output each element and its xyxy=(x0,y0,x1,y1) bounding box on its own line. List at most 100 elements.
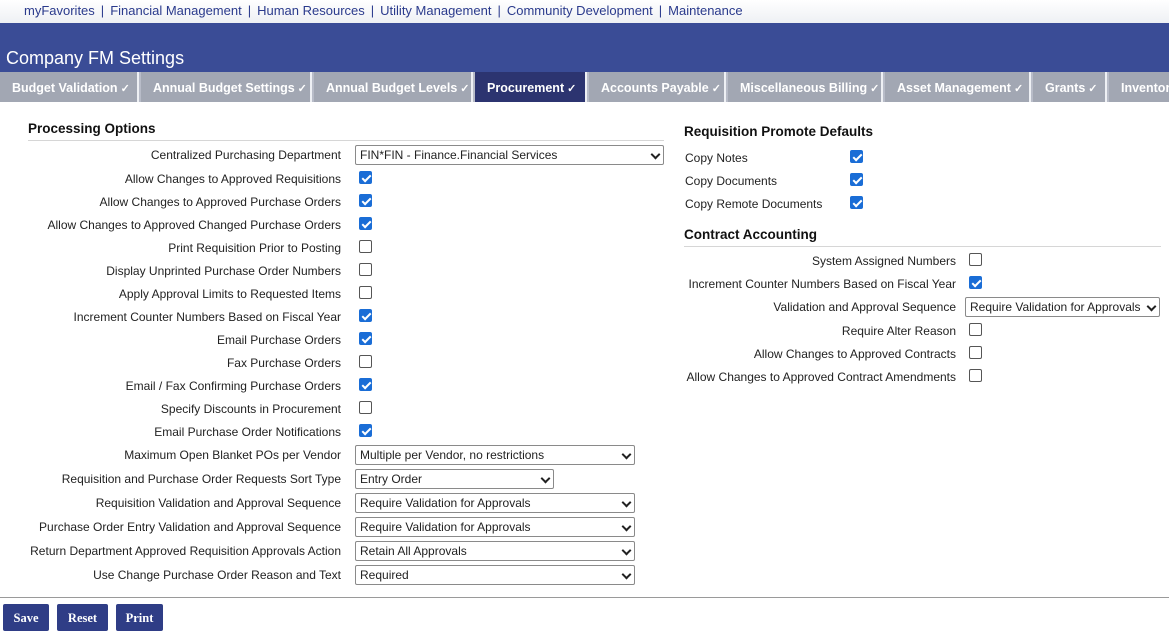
tab-accounts-payable[interactable]: Accounts Payable ✓ xyxy=(589,72,726,102)
option-label: Allow Changes to Approved Contracts xyxy=(753,347,956,361)
nav-separator: | xyxy=(247,3,252,18)
option-label: Email / Fax Confirming Purchase Orders xyxy=(125,379,341,393)
nav-separator: | xyxy=(100,3,105,18)
system-assigned-numbers-checkbox[interactable] xyxy=(969,253,982,266)
chevron-down-icon xyxy=(621,521,632,532)
centralized-purchasing-label: Centralized Purchasing Department xyxy=(150,148,341,162)
chevron-down-icon xyxy=(621,449,632,460)
specify-discounts-checkbox[interactable] xyxy=(359,401,372,414)
tab-procurement[interactable]: Procurement ✓ xyxy=(475,72,587,102)
max-open-blanket-pos-select[interactable]: Multiple per Vendor, no restrictions xyxy=(355,445,635,465)
option-label: Copy Notes xyxy=(685,151,748,165)
email-purchase-orders-checkbox[interactable] xyxy=(359,332,372,345)
tab-label: Asset Management xyxy=(897,81,1011,95)
change-po-reason-select[interactable]: Required xyxy=(355,565,635,585)
nav-separator: | xyxy=(370,3,375,18)
tab-grants[interactable]: Grants ✓ xyxy=(1033,72,1107,102)
chevron-down-icon xyxy=(540,473,551,484)
option-label: Print Requisition Prior to Posting xyxy=(168,241,341,255)
copy-documents-checkbox[interactable] xyxy=(850,173,863,186)
select-value: Require Validation for Approvals xyxy=(360,520,531,534)
allow-changes-approved-changed-pos-checkbox[interactable] xyxy=(359,217,372,230)
tab-label: Inventory xyxy=(1121,81,1169,95)
nav-link-myfavorites[interactable]: myFavorites xyxy=(24,3,95,18)
check-icon: ✓ xyxy=(460,83,470,95)
copy-notes-checkbox[interactable] xyxy=(850,150,863,163)
tab-asset-management[interactable]: Asset Management ✓ xyxy=(885,72,1031,102)
print-button[interactable]: Print xyxy=(116,604,163,631)
check-icon: ✓ xyxy=(120,83,130,95)
tab-inventory[interactable]: Inventory xyxy=(1109,72,1169,102)
check-icon: ✓ xyxy=(567,83,577,95)
apply-approval-limits-checkbox[interactable] xyxy=(359,286,372,299)
allow-changes-approved-pos-checkbox[interactable] xyxy=(359,194,372,207)
option-label: Purchase Order Entry Validation and Appr… xyxy=(39,520,341,534)
reset-button[interactable]: Reset xyxy=(57,604,108,631)
nav-link-human-resources[interactable]: Human Resources xyxy=(257,3,365,18)
print-requisition-checkbox[interactable] xyxy=(359,240,372,253)
option-label: Specify Discounts in Procurement xyxy=(160,402,341,416)
check-icon: ✓ xyxy=(711,83,721,95)
option-label: Allow Changes to Approved Requisitions xyxy=(124,172,341,186)
check-icon: ✓ xyxy=(297,83,307,95)
select-value: FIN*FIN - Finance.Financial Services xyxy=(360,148,558,162)
copy-remote-documents-checkbox[interactable] xyxy=(850,196,863,209)
option-label: Allow Changes to Approved Changed Purcha… xyxy=(47,218,341,232)
check-icon: ✓ xyxy=(1088,83,1098,95)
contract-validation-sequence-select[interactable]: Require Validation for Approvals xyxy=(965,297,1160,317)
require-alter-reason-checkbox[interactable] xyxy=(969,323,982,336)
po-entry-validation-sequence-select[interactable]: Require Validation for Approvals xyxy=(355,517,635,537)
option-label: Display Unprinted Purchase Order Numbers xyxy=(106,264,341,278)
centralized-purchasing-select[interactable]: FIN*FIN - Finance.Financial Services xyxy=(355,145,664,165)
contract-increment-counter-checkbox[interactable] xyxy=(969,276,982,289)
option-label: Email Purchase Order Notifications xyxy=(154,425,341,439)
chevron-down-icon xyxy=(1146,301,1157,312)
check-icon: ✓ xyxy=(870,83,880,95)
option-label: Requisition and Purchase Order Requests … xyxy=(61,472,341,486)
nav-link-utility-management[interactable]: Utility Management xyxy=(380,3,491,18)
check-icon: ✓ xyxy=(1013,83,1024,95)
tab-annual-budget-levels[interactable]: Annual Budget Levels ✓ xyxy=(314,72,473,102)
page-title: Company FM Settings xyxy=(6,48,185,68)
allow-changes-approved-requisitions-checkbox[interactable] xyxy=(359,171,372,184)
footer-divider xyxy=(0,597,1169,598)
tab-label: Grants xyxy=(1045,81,1086,95)
section-divider xyxy=(28,140,664,141)
tab-miscellaneous-billing[interactable]: Miscellaneous Billing ✓ xyxy=(728,72,883,102)
return-department-action-select[interactable]: Retain All Approvals xyxy=(355,541,635,561)
option-label: Allow Changes to Approved Purchase Order… xyxy=(99,195,341,209)
save-button[interactable]: Save xyxy=(3,604,49,631)
display-unprinted-po-checkbox[interactable] xyxy=(359,263,372,276)
tab-annual-budget-settings[interactable]: Annual Budget Settings ✓ xyxy=(141,72,312,102)
chevron-down-icon xyxy=(621,497,632,508)
option-label: Increment Counter Numbers Based on Fisca… xyxy=(73,310,341,324)
requisition-promote-title: Requisition Promote Defaults xyxy=(684,124,874,139)
option-label: Increment Counter Numbers Based on Fisca… xyxy=(688,277,956,291)
email-fax-confirming-po-checkbox[interactable] xyxy=(359,378,372,391)
option-label: Allow Changes to Approved Contract Amend… xyxy=(686,370,956,384)
nav-link-financial-management[interactable]: Financial Management xyxy=(110,3,242,18)
chevron-down-icon xyxy=(621,569,632,580)
fax-purchase-orders-checkbox[interactable] xyxy=(359,355,372,368)
tab-budget-validation[interactable]: Budget Validation ✓ xyxy=(0,72,139,102)
settings-tabs: Budget Validation ✓ Annual Budget Setting… xyxy=(0,72,1169,102)
option-label: System Assigned Numbers xyxy=(811,254,956,268)
nav-separator: | xyxy=(658,3,663,18)
page-header: Company FM Settings xyxy=(0,23,1169,72)
chevron-down-icon xyxy=(621,545,632,556)
allow-changes-approved-contracts-checkbox[interactable] xyxy=(969,346,982,359)
option-label: Maximum Open Blanket POs per Vendor xyxy=(124,448,341,462)
email-po-notifications-checkbox[interactable] xyxy=(359,424,372,437)
option-label: Copy Documents xyxy=(685,174,778,188)
nav-link-maintenance[interactable]: Maintenance xyxy=(668,3,742,18)
tab-label: Accounts Payable xyxy=(601,81,709,95)
chevron-down-icon xyxy=(650,149,661,160)
requisition-validation-sequence-select[interactable]: Require Validation for Approvals xyxy=(355,493,635,513)
option-label: Require Alter Reason xyxy=(841,324,956,338)
sort-type-select[interactable]: Entry Order xyxy=(355,469,554,489)
allow-changes-contract-amendments-checkbox[interactable] xyxy=(969,369,982,382)
increment-counter-fiscal-year-checkbox[interactable] xyxy=(359,309,372,322)
select-value: Require Validation for Approvals xyxy=(360,496,531,510)
select-value: Require Validation for Approvals xyxy=(970,300,1141,314)
nav-link-community-development[interactable]: Community Development xyxy=(507,3,653,18)
